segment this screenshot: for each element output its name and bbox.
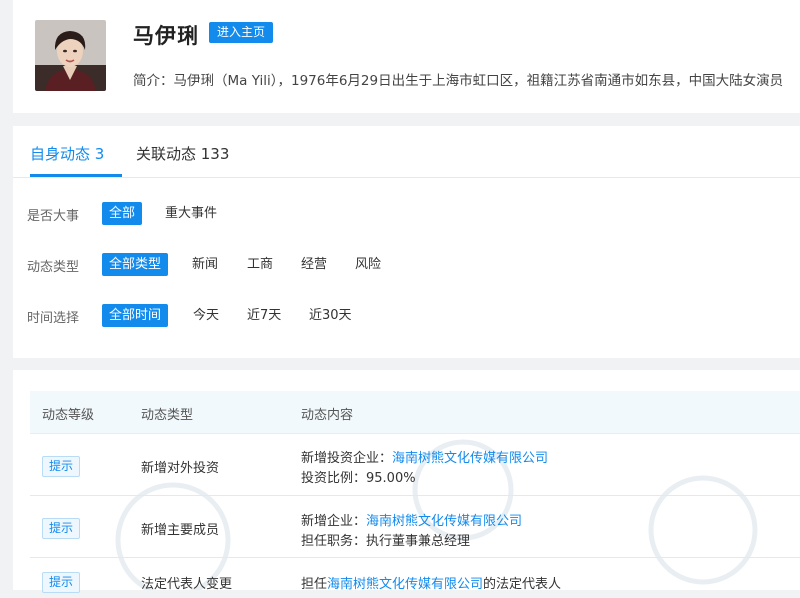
level-badge: 提示 xyxy=(42,518,81,539)
enter-homepage-button[interactable]: 进入主页 xyxy=(209,22,274,43)
filter-option-news[interactable]: 新闻 xyxy=(185,253,225,276)
investment-ratio: 投资比例：95.00% xyxy=(301,471,416,486)
filter-option-business-registry[interactable]: 工商 xyxy=(240,253,280,276)
filter-option-last-30-days[interactable]: 近30天 xyxy=(302,304,359,327)
filter-option-all[interactable]: 全部 xyxy=(102,202,143,225)
company-link[interactable]: 海南树熊文化传媒有限公司 xyxy=(392,451,548,466)
filter-row-major-event: 是否大事 全部 重大事件 xyxy=(13,202,800,226)
filter-option-today[interactable]: 今天 xyxy=(186,304,226,327)
column-header-level: 动态等级 xyxy=(42,408,95,423)
filter-option-all-time[interactable]: 全部时间 xyxy=(102,304,169,327)
filter-option-operations[interactable]: 经营 xyxy=(294,253,334,276)
dynamic-type: 新增主要成员 xyxy=(141,523,220,538)
content-label: 新增投资企业： xyxy=(301,451,393,466)
filter-label: 时间选择 xyxy=(27,311,80,326)
profile-card: 马伊琍 进入主页 简介：马伊琍（Ma Yili），1976年6月29日出生于上海… xyxy=(13,0,800,113)
avatar[interactable] xyxy=(35,20,106,91)
filter-option-major-event[interactable]: 重大事件 xyxy=(158,202,224,225)
filter-option-all-types[interactable]: 全部类型 xyxy=(102,253,169,276)
company-link[interactable]: 海南树熊文化传媒有限公司 xyxy=(366,514,522,529)
tab-own-dynamics[interactable]: 自身动态 3 xyxy=(30,143,104,164)
content-line: 担任海南树熊文化传媒有限公司的法定代表人 xyxy=(301,573,561,592)
column-header-content: 动态内容 xyxy=(301,408,354,423)
filter-label: 是否大事 xyxy=(27,209,80,224)
table-row: 提示 法定代表人变更 担任海南树熊文化传媒有限公司的法定代表人 xyxy=(30,558,800,598)
table-row: 提示 新增主要成员 新增企业：海南树熊文化传媒有限公司 担任职务：执行董事兼总经… xyxy=(30,496,800,558)
table-row: 提示 新增对外投资 新增投资企业：海南树熊文化传媒有限公司 投资比例：95.00… xyxy=(30,434,800,496)
person-name: 马伊琍 xyxy=(133,24,199,48)
filter-row-dynamic-type: 动态类型 全部类型 新闻 工商 经营 风险 xyxy=(13,253,800,277)
content-label: 新增企业： xyxy=(301,514,367,529)
filter-option-last-7-days[interactable]: 近7天 xyxy=(240,304,288,327)
tab-related-dynamics[interactable]: 关联动态 133 xyxy=(136,143,229,164)
position-held: 担任职务：执行董事兼总经理 xyxy=(301,534,471,549)
dynamic-type: 新增对外投资 xyxy=(141,461,220,476)
filter-label: 动态类型 xyxy=(27,260,80,275)
content-line: 新增企业：海南树熊文化传媒有限公司 xyxy=(301,510,522,529)
filter-card: 自身动态 3 关联动态 133 是否大事 全部 重大事件 动态类型 全部类型 新… xyxy=(13,126,800,358)
filter-row-time: 时间选择 全部时间 今天 近7天 近30天 xyxy=(13,304,800,328)
profile-intro: 简介：马伊琍（Ma Yili），1976年6月29日出生于上海市虹口区，祖籍江苏… xyxy=(133,73,784,89)
dynamics-table-card: 动态等级 动态类型 动态内容 提示 新增对外投资 新增投资企业：海南树熊文化传媒… xyxy=(13,370,800,593)
dynamics-tabs: 自身动态 3 关联动态 133 xyxy=(13,126,800,178)
level-badge: 提示 xyxy=(42,456,81,477)
active-tab-indicator xyxy=(30,174,122,177)
column-header-type: 动态类型 xyxy=(141,408,194,423)
filter-option-risk[interactable]: 风险 xyxy=(348,253,388,276)
table-header: 动态等级 动态类型 动态内容 xyxy=(30,391,800,434)
content-line: 新增投资企业：海南树熊文化传媒有限公司 xyxy=(301,447,548,466)
dynamic-type: 法定代表人变更 xyxy=(141,577,233,592)
